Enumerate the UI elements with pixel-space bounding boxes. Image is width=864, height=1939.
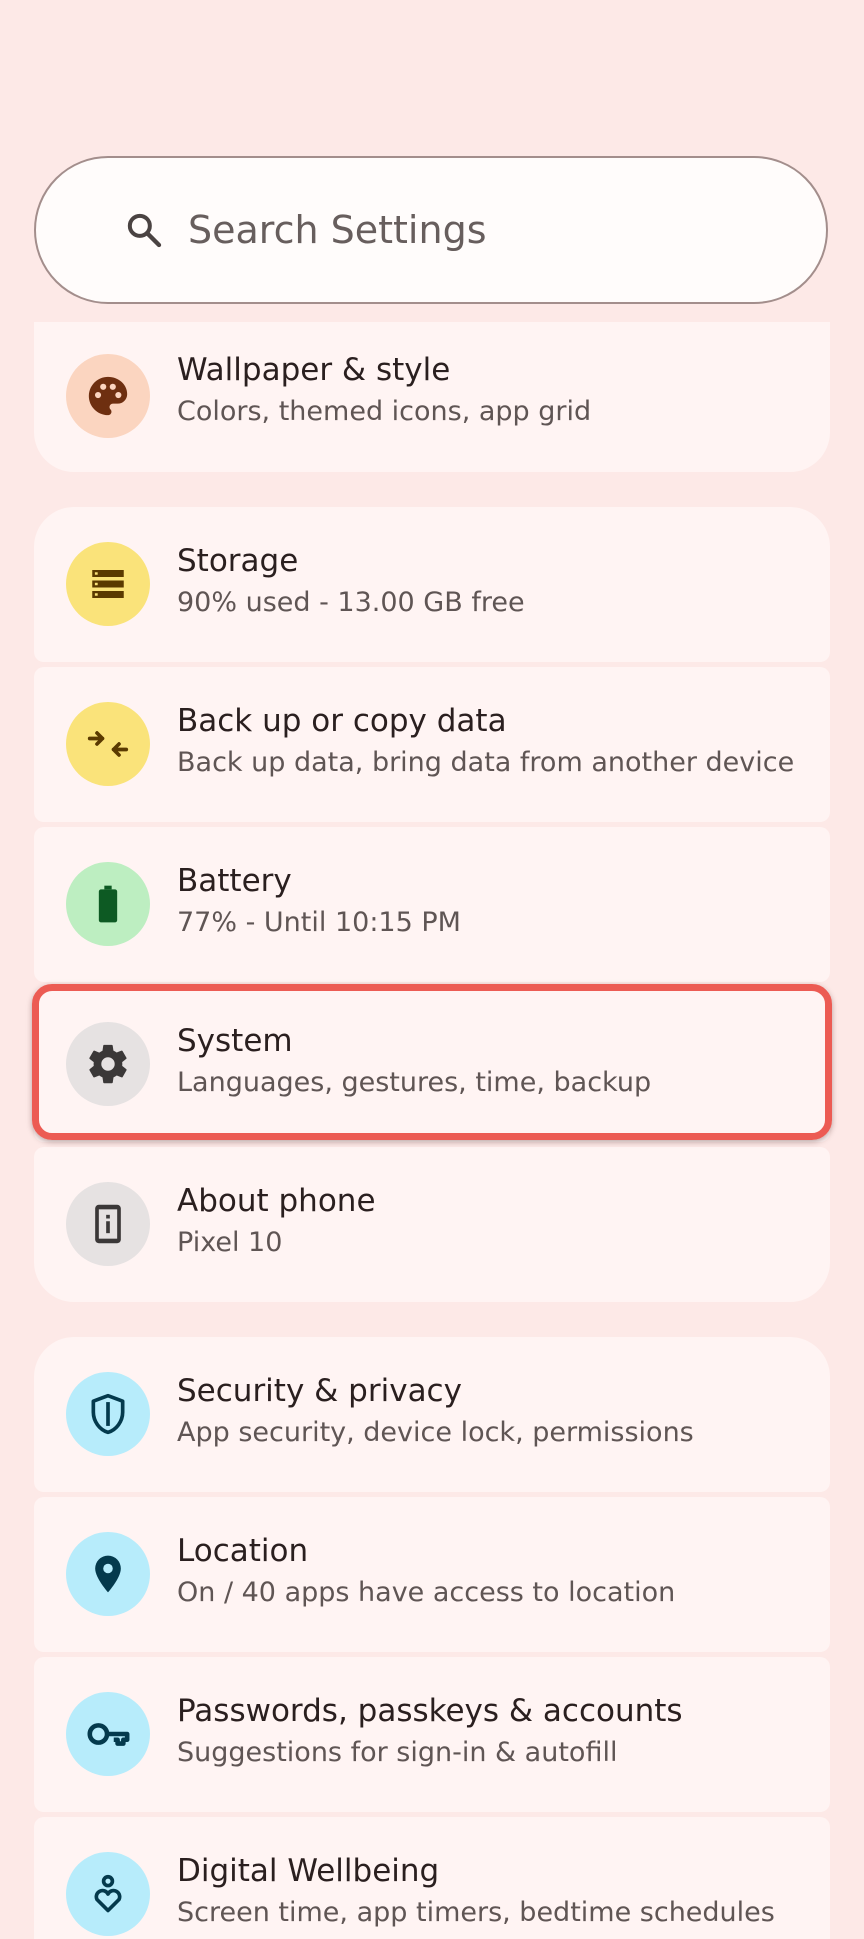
item-subtitle: Screen time, app timers, bedtime schedul… xyxy=(177,1897,775,1928)
settings-item-passwords[interactable]: Passwords, passkeys & accounts Suggestio… xyxy=(34,1657,830,1812)
search-placeholder: Search Settings xyxy=(188,208,487,252)
item-subtitle: 77% - Until 10:15 PM xyxy=(177,907,461,938)
wallpaper-icon-circle xyxy=(66,354,150,438)
system-icon-circle xyxy=(66,1022,150,1106)
about-phone-icon-circle xyxy=(66,1182,150,1266)
battery-icon-circle xyxy=(66,862,150,946)
settings-item-backup[interactable]: Back up or copy data Back up data, bring… xyxy=(34,667,830,822)
item-title: Storage xyxy=(177,543,299,579)
gear-icon xyxy=(89,1044,127,1084)
storage-icon-circle xyxy=(66,542,150,626)
item-title: Passwords, passkeys & accounts xyxy=(177,1693,683,1729)
item-subtitle: Back up data, bring data from another de… xyxy=(177,747,795,778)
backup-arrows-icon xyxy=(87,731,129,757)
item-title: About phone xyxy=(177,1183,376,1219)
security-icon-circle xyxy=(66,1372,150,1456)
settings-item-location[interactable]: Location On / 40 apps have access to loc… xyxy=(34,1497,830,1652)
phone-info-icon xyxy=(95,1204,121,1244)
item-subtitle: Pixel 10 xyxy=(177,1227,283,1258)
item-subtitle: Suggestions for sign-in & autofill xyxy=(177,1737,618,1768)
settings-item-battery[interactable]: Battery 77% - Until 10:15 PM xyxy=(34,827,830,982)
item-title: Back up or copy data xyxy=(177,703,507,739)
item-title: Location xyxy=(177,1533,309,1569)
item-subtitle: 90% used - 13.00 GB free xyxy=(177,587,525,618)
item-title: System xyxy=(177,1023,293,1059)
storage-icon xyxy=(92,570,124,598)
shield-icon xyxy=(91,1393,125,1435)
search-icon xyxy=(127,213,162,248)
item-title: Digital Wellbeing xyxy=(177,1853,440,1889)
location-icon-circle xyxy=(66,1532,150,1616)
location-pin-icon xyxy=(95,1555,121,1593)
wellbeing-icon xyxy=(94,1874,122,1913)
item-title: Wallpaper & style xyxy=(177,352,451,388)
settings-item-system[interactable]: System Languages, gestures, time, backup xyxy=(34,987,830,1142)
item-subtitle: On / 40 apps have access to location xyxy=(177,1577,676,1608)
palette-icon xyxy=(88,376,128,416)
item-title: Battery xyxy=(177,863,292,899)
search-bar[interactable]: Search Settings xyxy=(34,156,828,304)
wellbeing-icon-circle xyxy=(66,1852,150,1936)
settings-item-security[interactable]: Security & privacy App security, device … xyxy=(34,1337,830,1492)
settings-item-wallpaper[interactable]: Wallpaper & style Colors, themed icons, … xyxy=(34,322,830,472)
battery-icon xyxy=(98,885,118,923)
passwords-icon-circle xyxy=(66,1692,150,1776)
item-subtitle: Colors, themed icons, app grid xyxy=(177,396,592,427)
key-icon xyxy=(87,1723,130,1746)
item-subtitle: Languages, gestures, time, backup xyxy=(177,1067,652,1098)
settings-item-storage[interactable]: Storage 90% used - 13.00 GB free xyxy=(34,507,830,662)
settings-item-about-phone[interactable]: About phone Pixel 10 xyxy=(34,1147,830,1302)
backup-icon-circle xyxy=(66,702,150,786)
item-subtitle: App security, device lock, permissions xyxy=(177,1417,694,1448)
settings-item-digital-wellbeing[interactable]: Digital Wellbeing Screen time, app timer… xyxy=(34,1817,830,1939)
item-title: Security & privacy xyxy=(177,1373,462,1409)
